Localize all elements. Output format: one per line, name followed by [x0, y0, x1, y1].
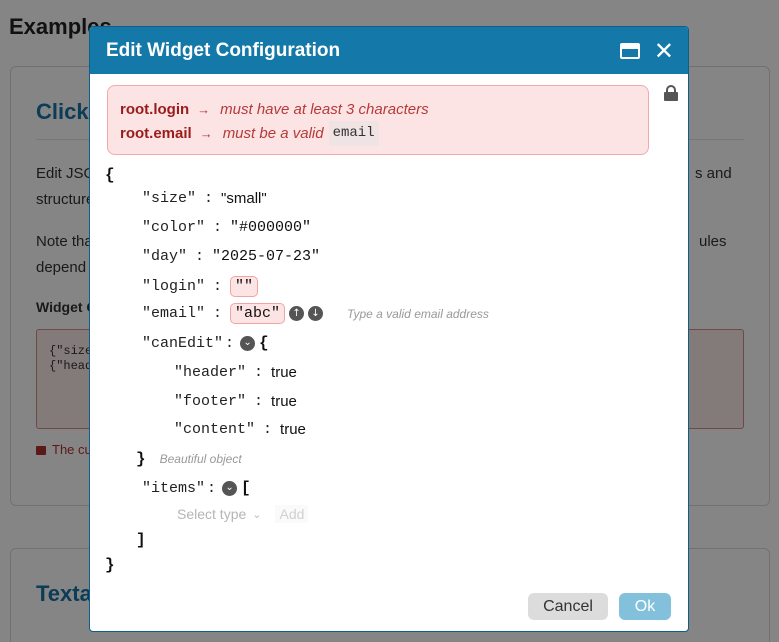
move-up-icon[interactable]: ↑	[289, 306, 305, 321]
error-message: must be a valid	[222, 125, 324, 142]
json-line-footer: "footer" : true	[174, 393, 297, 410]
error-line: root.email → must be a valid email	[120, 121, 636, 146]
error-path: root.login	[120, 101, 190, 118]
arrow-icon: →	[199, 126, 213, 141]
add-item-button[interactable]: Add	[275, 505, 309, 523]
close-brace: }	[136, 450, 146, 468]
json-colon: :	[213, 278, 223, 295]
json-line-day: "day" : "2025-07-23"	[142, 248, 320, 265]
ok-button[interactable]: Ok	[619, 593, 671, 620]
json-colon: :	[225, 334, 235, 352]
json-line-login: "login" : ""	[142, 276, 259, 297]
json-line-items-close: ]	[136, 531, 146, 549]
json-key: "items"	[142, 479, 206, 497]
json-colon: :	[195, 248, 205, 265]
select-type-dropdown[interactable]: Select type ⌄	[177, 506, 261, 522]
json-key: "day"	[142, 248, 188, 265]
json-line-header: "header" : true	[174, 364, 297, 381]
maximize-icon[interactable]	[619, 42, 640, 59]
json-colon: :	[213, 305, 223, 322]
json-line-color: "color" : "#000000"	[142, 219, 311, 236]
json-line-canedit: "canEdit" : ⌄ {	[142, 334, 269, 352]
open-brace: {	[105, 166, 115, 184]
open-brace: {	[259, 334, 269, 352]
chevron-down-icon: ⌄	[252, 508, 262, 521]
json-key: "header"	[174, 364, 247, 381]
move-down-icon[interactable]: ↓	[308, 306, 324, 321]
cancel-button[interactable]: Cancel	[528, 593, 608, 620]
email-hint: Type a valid email address	[347, 306, 489, 321]
json-colon: :	[263, 421, 273, 438]
validation-errors: root.login → must have at least 3 charac…	[107, 85, 649, 155]
error-line: root.login → must have at least 3 charac…	[120, 98, 636, 121]
color-value[interactable]: "#000000"	[230, 219, 311, 236]
json-line: }	[105, 556, 115, 574]
json-colon: :	[204, 190, 214, 207]
json-key: "canEdit"	[142, 334, 224, 352]
arrow-icon: →	[197, 102, 211, 117]
json-line-size: "size" : "small"	[142, 190, 267, 207]
json-key: "footer"	[174, 393, 247, 410]
error-code: email	[328, 121, 379, 146]
json-colon: :	[213, 219, 223, 236]
day-value[interactable]: "2025-07-23"	[212, 248, 320, 265]
json-key: "login"	[142, 278, 206, 295]
close-bracket: ]	[136, 531, 146, 549]
email-value[interactable]: "abc"	[230, 303, 286, 324]
error-message: must have at least 3 characters	[220, 101, 429, 118]
json-key: "email"	[142, 305, 206, 322]
collapse-icon[interactable]: ⌄	[240, 335, 256, 351]
content-value[interactable]: true	[280, 421, 306, 438]
lock-icon[interactable]	[664, 85, 678, 101]
open-bracket: [	[241, 479, 251, 497]
header-value[interactable]: true	[271, 364, 297, 381]
json-line-content: "content" : true	[174, 421, 306, 438]
close-brace: }	[105, 556, 115, 574]
json-line-email: "email" : "abc" ↑ ↓ Type a valid email a…	[142, 303, 489, 324]
json-line-canedit-close: } Beautiful object	[136, 450, 242, 468]
collapse-icon[interactable]: ⌄	[222, 480, 238, 496]
json-colon: :	[254, 393, 264, 410]
footer-value[interactable]: true	[271, 393, 297, 410]
json-key: "content"	[174, 421, 256, 438]
size-value[interactable]: "small"	[221, 190, 267, 207]
close-icon[interactable]: ✕	[654, 39, 674, 63]
json-key: "size"	[142, 190, 197, 207]
edit-widget-dialog: Edit Widget Configuration ✕ root.login →…	[89, 26, 689, 632]
error-path: root.email	[120, 125, 192, 142]
dialog-header: Edit Widget Configuration ✕	[90, 27, 688, 74]
json-line-items: "items" : ⌄ [	[142, 479, 251, 497]
json-line: {	[105, 166, 115, 184]
json-line-add-item: Select type ⌄ Add	[177, 505, 309, 523]
json-key: "color"	[142, 219, 206, 236]
json-colon: :	[207, 479, 217, 497]
login-value[interactable]: ""	[230, 276, 259, 297]
header-actions: ✕	[619, 39, 674, 63]
select-type-label: Select type	[177, 506, 247, 522]
dialog-title: Edit Widget Configuration	[106, 39, 341, 61]
json-colon: :	[254, 364, 264, 381]
object-hint: Beautiful object	[159, 452, 242, 466]
